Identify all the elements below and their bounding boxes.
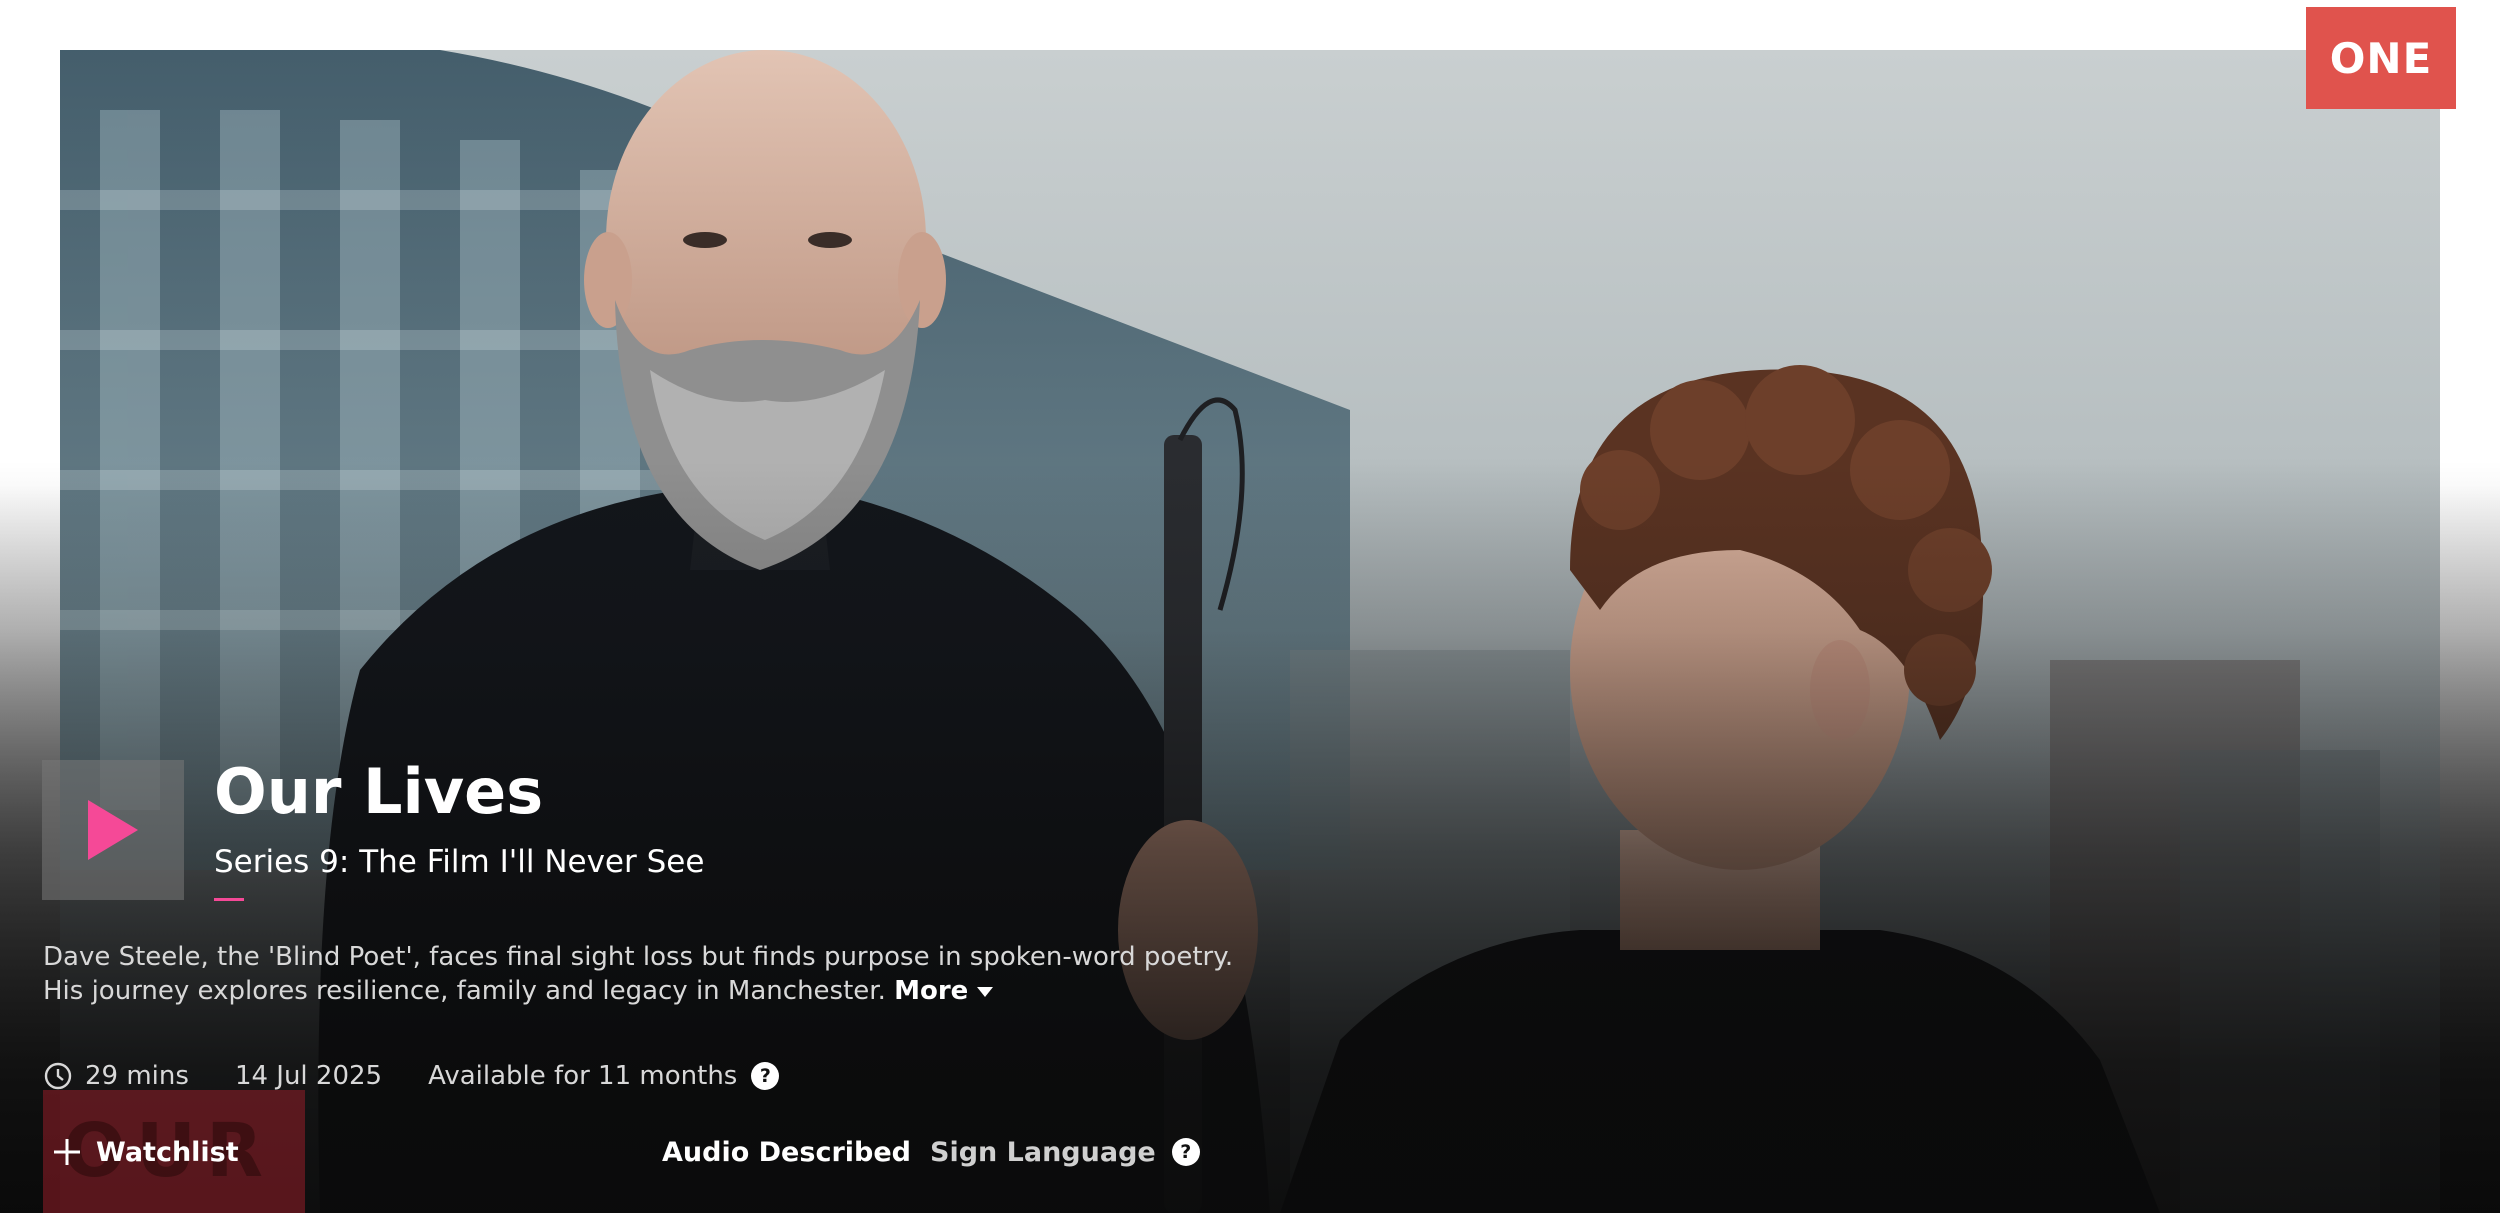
- sign-language-label: Sign Language: [930, 1136, 1156, 1168]
- channel-badge: ONE: [2306, 7, 2456, 109]
- programme-description: Dave Steele, the 'Blind Poet', faces fin…: [43, 940, 1263, 1008]
- programme-title: Our Lives: [214, 755, 544, 828]
- hero-image: [60, 50, 2440, 1213]
- caret-down-icon: [977, 986, 994, 997]
- play-icon: [88, 800, 138, 860]
- help-icon[interactable]: ?: [1171, 1138, 1200, 1166]
- page-top-margin: [0, 0, 2500, 50]
- broadcast-date: 14 Jul 2025: [234, 1061, 383, 1091]
- more-link[interactable]: More: [894, 976, 994, 1006]
- episode-meta: 29 mins 14 Jul 2025 Available for 11 mon…: [43, 1058, 780, 1094]
- programme-hero-page: ONE Our Lives Series 9: The Film I'll Ne…: [0, 0, 2500, 1213]
- duration-text: 29 mins: [85, 1061, 189, 1091]
- help-icon[interactable]: ?: [751, 1062, 780, 1090]
- episode-title: Series 9: The Film I'll Never See: [214, 844, 705, 880]
- hero-illustration: [60, 50, 2380, 1213]
- audio-described-label: Audio Described: [662, 1136, 911, 1168]
- left-edge-fade: [0, 0, 60, 1213]
- sign-language: Sign Language ?: [930, 1134, 1200, 1170]
- watchlist-label: Watchlist: [96, 1136, 239, 1168]
- accent-divider: [214, 898, 244, 901]
- watchlist-button[interactable]: Watchlist: [52, 1134, 239, 1170]
- right-edge-fade: [2440, 0, 2500, 1213]
- description-text: Dave Steele, the 'Blind Poet', faces fin…: [43, 942, 1234, 1006]
- plus-icon: [54, 1139, 80, 1165]
- clock-icon: [44, 1062, 72, 1090]
- more-label: More: [894, 976, 969, 1006]
- availability: Available for 11 months ?: [428, 1061, 780, 1091]
- availability-text: Available for 11 months: [428, 1061, 738, 1091]
- duration: 29 mins: [43, 1061, 189, 1091]
- play-button[interactable]: [42, 760, 184, 900]
